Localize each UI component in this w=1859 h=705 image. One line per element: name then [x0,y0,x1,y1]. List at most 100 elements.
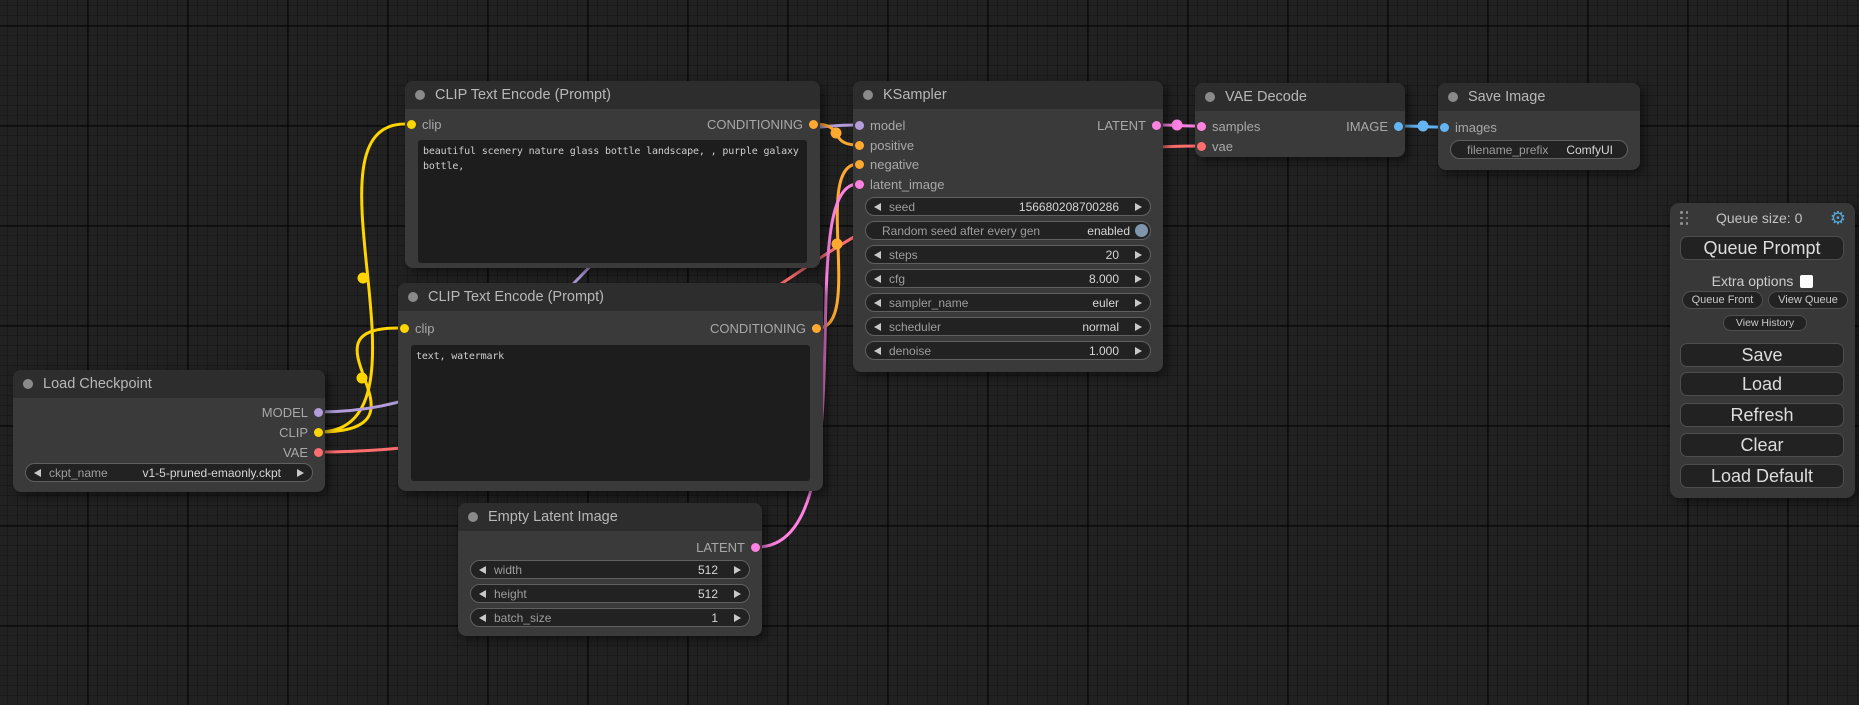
node-collapse-dot[interactable] [1205,92,1215,102]
node-clip-text-encode-negative[interactable]: CLIP Text Encode (Prompt) clip CONDITION… [398,283,823,491]
increment-arrow-icon[interactable] [1135,275,1142,283]
input-slot-latent-image[interactable]: latent_image [853,177,1163,191]
widget-width[interactable]: width 512 [470,560,750,579]
decrement-arrow-icon[interactable] [874,275,881,283]
drag-handle-icon[interactable] [1680,211,1689,225]
node-titlebar[interactable]: VAE Decode [1195,83,1405,111]
increment-arrow-icon[interactable] [1135,251,1142,259]
view-queue-button[interactable]: View Queue [1768,291,1848,309]
save-button[interactable]: Save [1680,343,1844,367]
decrement-arrow-icon[interactable] [874,323,881,331]
positive-prompt-textarea[interactable]: beautiful scenery nature glass bottle la… [418,140,807,263]
node-empty-latent-image[interactable]: Empty Latent Image LATENT width 512 heig… [458,503,762,636]
increment-arrow-icon[interactable] [734,566,741,574]
queue-front-button[interactable]: Queue Front [1682,291,1763,309]
widget-label: cfg [889,272,905,286]
input-slot-positive[interactable]: positive [853,138,1163,152]
decrement-arrow-icon[interactable] [34,469,41,477]
node-titlebar[interactable]: CLIP Text Encode (Prompt) [398,283,823,311]
node-collapse-dot[interactable] [863,90,873,100]
clear-button[interactable]: Clear [1680,433,1844,457]
queue-prompt-button[interactable]: Queue Prompt [1680,236,1844,260]
output-slot-vae[interactable]: VAE [13,445,325,459]
increment-arrow-icon[interactable] [1135,299,1142,307]
slot-dot-model[interactable] [314,408,323,417]
node-titlebar[interactable]: Save Image [1438,83,1640,111]
output-slot-conditioning[interactable]: CONDITIONING [405,117,820,131]
increment-arrow-icon[interactable] [1135,323,1142,331]
widget-height[interactable]: height 512 [470,584,750,603]
output-slot-conditioning[interactable]: CONDITIONING [398,321,823,335]
node-collapse-dot[interactable] [468,512,478,522]
extra-options-row: Extra options [1670,273,1855,289]
widget-batch-size[interactable]: batch_size 1 [470,608,750,627]
slot-dot-latent[interactable] [751,543,760,552]
widget-filename-prefix[interactable]: filename_prefix ComfyUI [1450,140,1628,159]
slot-dot-vae[interactable] [1197,142,1206,151]
input-slot-vae[interactable]: vae [1195,139,1405,153]
load-button[interactable]: Load [1680,372,1844,396]
queue-panel[interactable]: Queue size: 0 ⚙ Queue Prompt Extra optio… [1670,203,1855,498]
input-slot-negative[interactable]: negative [853,157,1163,171]
widget-random-seed-toggle[interactable]: Random seed after every gen enabled [865,221,1151,240]
extra-options-checkbox[interactable] [1800,275,1813,288]
link-dot [831,128,842,139]
slot-dot-conditioning[interactable] [812,324,821,333]
node-ksampler[interactable]: KSampler model LATENT positive negative … [853,81,1163,372]
output-slot-latent[interactable]: LATENT [853,118,1163,132]
node-collapse-dot[interactable] [23,379,33,389]
widget-ckpt-name[interactable]: ckpt_name v1-5-pruned-emaonly.ckpt [25,463,313,482]
node-load-checkpoint[interactable]: Load Checkpoint MODEL CLIP VAE ckpt_name… [13,370,325,492]
decrement-arrow-icon[interactable] [874,203,881,211]
node-titlebar[interactable]: Load Checkpoint [13,370,325,398]
decrement-arrow-icon[interactable] [874,299,881,307]
widget-denoise[interactable]: denoise 1.000 [865,341,1151,360]
increment-arrow-icon[interactable] [734,590,741,598]
output-slot-image[interactable]: IMAGE [1195,119,1405,133]
settings-gear-icon[interactable]: ⚙ [1830,209,1846,227]
widget-cfg[interactable]: cfg 8.000 [865,269,1151,288]
slot-dot-image[interactable] [1394,122,1403,131]
node-collapse-dot[interactable] [415,90,425,100]
decrement-arrow-icon[interactable] [874,347,881,355]
comfyui-canvas[interactable]: Load Checkpoint MODEL CLIP VAE ckpt_name… [0,0,1859,705]
toggle-dot-icon[interactable] [1135,224,1148,237]
increment-arrow-icon[interactable] [297,469,304,477]
slot-label: CONDITIONING [710,321,806,336]
node-collapse-dot[interactable] [408,292,418,302]
widget-steps[interactable]: steps 20 [865,245,1151,264]
slot-dot-latent[interactable] [1152,121,1161,130]
increment-arrow-icon[interactable] [734,614,741,622]
load-default-button[interactable]: Load Default [1680,464,1844,488]
widget-scheduler[interactable]: scheduler normal [865,317,1151,336]
output-slot-model[interactable]: MODEL [13,405,325,419]
refresh-button[interactable]: Refresh [1680,403,1844,427]
slot-dot-image[interactable] [1440,123,1449,132]
node-titlebar[interactable]: CLIP Text Encode (Prompt) [405,81,820,109]
node-vae-decode[interactable]: VAE Decode samples IMAGE vae [1195,83,1405,157]
node-clip-text-encode-positive[interactable]: CLIP Text Encode (Prompt) clip CONDITION… [405,81,820,268]
node-titlebar[interactable]: Empty Latent Image [458,503,762,531]
slot-dot-vae[interactable] [314,448,323,457]
node-titlebar[interactable]: KSampler [853,81,1163,109]
slot-dot-conditioning[interactable] [855,141,864,150]
decrement-arrow-icon[interactable] [479,614,486,622]
output-slot-clip[interactable]: CLIP [13,425,325,439]
slot-dot-clip[interactable] [314,428,323,437]
node-collapse-dot[interactable] [1448,92,1458,102]
slot-dot-conditioning[interactable] [855,160,864,169]
slot-dot-conditioning[interactable] [809,120,818,129]
slot-dot-latent[interactable] [855,180,864,189]
widget-seed[interactable]: seed 156680208700286 [865,197,1151,216]
decrement-arrow-icon[interactable] [479,590,486,598]
node-save-image[interactable]: Save Image images filename_prefix ComfyU… [1438,83,1640,170]
output-slot-latent[interactable]: LATENT [458,540,762,554]
decrement-arrow-icon[interactable] [874,251,881,259]
view-history-button[interactable]: View History [1723,315,1807,331]
decrement-arrow-icon[interactable] [479,566,486,574]
widget-sampler-name[interactable]: sampler_name euler [865,293,1151,312]
negative-prompt-textarea[interactable]: text, watermark [411,345,810,481]
increment-arrow-icon[interactable] [1135,347,1142,355]
increment-arrow-icon[interactable] [1135,203,1142,211]
input-slot-images[interactable]: images [1438,120,1640,134]
